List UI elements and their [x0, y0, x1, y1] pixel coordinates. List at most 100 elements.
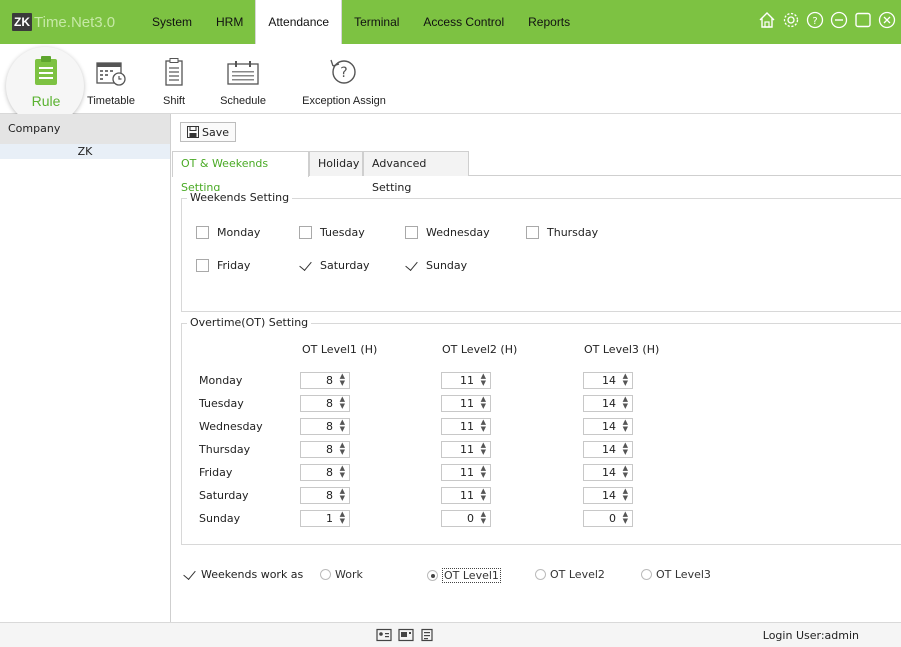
- app-window: ZK Time.Net 3.0 System HRM Attendance Te…: [0, 0, 901, 647]
- checkbox-thursday[interactable]: Thursday: [526, 226, 598, 239]
- thursday-box[interactable]: [526, 226, 539, 239]
- schedule-button[interactable]: Schedule: [213, 50, 273, 112]
- ot-level2-spinner[interactable]: 11 ▲ ▼: [441, 372, 491, 389]
- radio-work[interactable]: Work: [320, 568, 363, 581]
- ot-level3-spinner[interactable]: 14 ▲ ▼: [583, 441, 633, 458]
- id-card-icon[interactable]: [376, 628, 392, 642]
- menu-attendance[interactable]: Attendance: [255, 0, 343, 48]
- radio-work-dot[interactable]: [320, 569, 331, 580]
- help-icon[interactable]: ?: [805, 10, 825, 30]
- svg-text:?: ?: [812, 16, 817, 27]
- spinner-arrows-icon[interactable]: ▲ ▼: [340, 396, 345, 410]
- spinner-arrows-icon[interactable]: ▲ ▼: [623, 465, 628, 479]
- ot-level3-spinner[interactable]: 14 ▲ ▼: [583, 418, 633, 435]
- spinner-arrows-icon[interactable]: ▲ ▼: [623, 442, 628, 456]
- tab-advanced-setting[interactable]: Advanced Setting: [363, 151, 469, 194]
- checkbox-wednesday[interactable]: Wednesday: [405, 226, 490, 239]
- tab-holiday[interactable]: Holiday: [309, 151, 363, 176]
- ot-level1-spinner[interactable]: 8 ▲ ▼: [300, 395, 350, 412]
- ot-level2-spinner[interactable]: 11 ▲ ▼: [441, 441, 491, 458]
- spinner-arrows-icon[interactable]: ▲ ▼: [481, 419, 486, 433]
- maximize-icon[interactable]: [853, 10, 873, 30]
- rule-button[interactable]: Rule: [26, 50, 66, 112]
- menu-system[interactable]: System: [140, 0, 204, 44]
- spinner-arrows-icon[interactable]: ▲ ▼: [623, 488, 628, 502]
- radio-ot-level2[interactable]: OT Level2: [535, 568, 605, 581]
- spinner-arrows-icon[interactable]: ▲ ▼: [623, 373, 628, 387]
- ot-value: 8: [326, 420, 333, 433]
- radio-ot-level2-dot[interactable]: [535, 569, 546, 580]
- document-icon[interactable]: [420, 628, 434, 642]
- spinner-arrows-icon[interactable]: ▲ ▼: [340, 465, 345, 479]
- ot-level1-spinner[interactable]: 8 ▲ ▼: [300, 372, 350, 389]
- menu-reports[interactable]: Reports: [516, 0, 582, 44]
- spinner-arrows-icon[interactable]: ▲ ▼: [481, 488, 486, 502]
- close-icon[interactable]: [877, 10, 897, 30]
- spinner-arrows-icon[interactable]: ▲ ▼: [340, 511, 345, 525]
- checkbox-friday[interactable]: Friday: [196, 259, 250, 272]
- spinner-arrows-icon[interactable]: ▲ ▼: [340, 373, 345, 387]
- radio-ot-level1-dot[interactable]: [427, 570, 438, 581]
- checkbox-monday[interactable]: Monday: [196, 226, 260, 239]
- friday-box[interactable]: [196, 259, 209, 272]
- checkbox-tuesday[interactable]: Tuesday: [299, 226, 365, 239]
- minimize-icon[interactable]: [829, 10, 849, 30]
- spinner-arrows-icon[interactable]: ▲ ▼: [623, 396, 628, 410]
- ot-level1-spinner[interactable]: 8 ▲ ▼: [300, 418, 350, 435]
- spinner-arrows-icon[interactable]: ▲ ▼: [623, 419, 628, 433]
- home-icon[interactable]: [757, 10, 777, 30]
- wednesday-box[interactable]: [405, 226, 418, 239]
- ot-level2-spinner[interactable]: 11 ▲ ▼: [441, 418, 491, 435]
- timetable-label: Timetable: [87, 95, 135, 107]
- shift-button[interactable]: Shift: [162, 50, 186, 112]
- company-item[interactable]: ZK: [0, 144, 170, 159]
- checkbox-weekends-work-as[interactable]: Weekends work as: [183, 568, 303, 581]
- spinner-arrows-icon[interactable]: ▲ ▼: [481, 442, 486, 456]
- weekends-setting-group: Weekends Setting: [181, 191, 901, 312]
- ot-level1-spinner[interactable]: 8 ▲ ▼: [300, 487, 350, 504]
- spinner-arrows-icon[interactable]: ▲ ▼: [481, 373, 486, 387]
- ot-level3-spinner[interactable]: 0 ▲ ▼: [583, 510, 633, 527]
- radio-ot-level2-label: OT Level2: [550, 568, 605, 581]
- checkbox-sunday[interactable]: Sunday: [405, 259, 467, 272]
- ot-level2-spinner[interactable]: 11 ▲ ▼: [441, 464, 491, 481]
- ot-level2-spinner[interactable]: 11 ▲ ▼: [441, 487, 491, 504]
- spinner-arrows-icon[interactable]: ▲ ▼: [481, 511, 486, 525]
- overtime-setting-group: Overtime(OT) Setting: [181, 316, 901, 545]
- spinner-arrows-icon[interactable]: ▲ ▼: [623, 511, 628, 525]
- radio-ot-level3-dot[interactable]: [641, 569, 652, 580]
- menu-terminal[interactable]: Terminal: [342, 0, 411, 44]
- radio-ot-level3[interactable]: OT Level3: [641, 568, 711, 581]
- spinner-arrows-icon[interactable]: ▲ ▼: [340, 442, 345, 456]
- checkbox-saturday[interactable]: Saturday: [299, 259, 370, 272]
- spinner-arrows-icon[interactable]: ▲ ▼: [481, 396, 486, 410]
- tuesday-box[interactable]: [299, 226, 312, 239]
- sunday-box[interactable]: [405, 259, 418, 272]
- radio-ot-level1[interactable]: OT Level1: [427, 568, 501, 583]
- ot-value: 14: [602, 489, 616, 502]
- saturday-box[interactable]: [299, 259, 312, 272]
- monday-box[interactable]: [196, 226, 209, 239]
- exception-assign-button[interactable]: ? Exception Assign: [299, 50, 389, 112]
- ot-level3-spinner[interactable]: 14 ▲ ▼: [583, 395, 633, 412]
- menu-hrm[interactable]: HRM: [204, 0, 255, 44]
- ot-level3-spinner[interactable]: 14 ▲ ▼: [583, 487, 633, 504]
- ot-level1-spinner[interactable]: 8 ▲ ▼: [300, 464, 350, 481]
- tab-ot-weekends[interactable]: OT & Weekends Setting: [172, 151, 309, 194]
- save-button[interactable]: Save: [180, 122, 237, 142]
- thursday-label: Thursday: [547, 226, 599, 239]
- ot-level1-spinner[interactable]: 1 ▲ ▼: [300, 510, 350, 527]
- ot-level3-spinner[interactable]: 14 ▲ ▼: [583, 464, 633, 481]
- spinner-arrows-icon[interactable]: ▲ ▼: [340, 419, 345, 433]
- ot-level2-spinner[interactable]: 0 ▲ ▼: [441, 510, 491, 527]
- menu-access-control[interactable]: Access Control: [411, 0, 516, 44]
- spinner-arrows-icon[interactable]: ▲ ▼: [481, 465, 486, 479]
- ot-level3-spinner[interactable]: 14 ▲ ▼: [583, 372, 633, 389]
- settings-icon[interactable]: [781, 10, 801, 30]
- timetable-button[interactable]: Timetable: [86, 50, 136, 112]
- ot-level1-spinner[interactable]: 8 ▲ ▼: [300, 441, 350, 458]
- weekends-work-box[interactable]: [183, 568, 196, 581]
- spinner-arrows-icon[interactable]: ▲ ▼: [340, 488, 345, 502]
- ot-level2-spinner[interactable]: 11 ▲ ▼: [441, 395, 491, 412]
- device-icon[interactable]: [398, 628, 414, 642]
